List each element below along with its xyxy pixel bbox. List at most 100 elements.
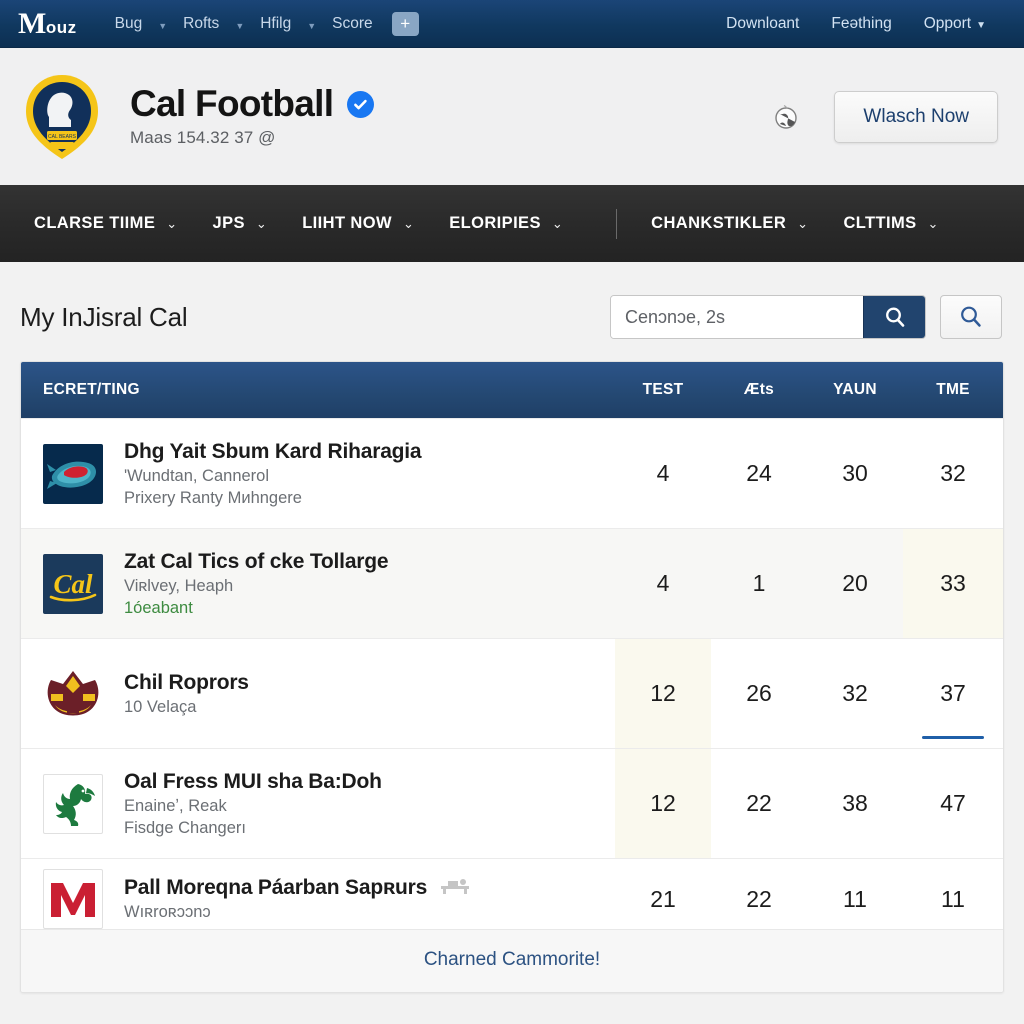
add-plus-button[interactable]: + [391, 11, 419, 36]
row-value-ets: 22 [746, 790, 772, 816]
crown-crest-icon [43, 664, 103, 724]
top-nav-item-feathing[interactable]: Feəthing [815, 15, 907, 33]
search-alt-button[interactable] [940, 295, 1002, 339]
row-value-ets: 24 [746, 460, 772, 486]
nav-item-label: CLTTIMS [843, 214, 917, 232]
main-content: My InJisral Cal ECRET/TI [0, 262, 1024, 993]
site-logo-text: ouz [45, 17, 77, 37]
table-row[interactable]: Chil Roprors 10 Velaça 12 26 32 37 [21, 638, 1003, 748]
chevron-down-icon: ⌄ [255, 215, 268, 231]
row-subtitle-1: Wıʀroʀɔɔnɔ [124, 903, 211, 921]
top-nav-right-group: Downloant Feəthing Opport ▼ [710, 15, 1002, 33]
search-area [610, 295, 1002, 339]
table-row[interactable]: Dhg Yait Sbum Kard Riharagia ʹWundtan, C… [21, 418, 1003, 528]
row-primary-cell: Cal Zat Cal Tics of ckе Tollarge Viʀlvey… [43, 550, 615, 618]
row-titles: Zat Cal Tics of ckе Tollarge Viʀlvey, He… [124, 550, 389, 618]
search-input[interactable] [611, 296, 863, 338]
chevron-down-icon: ⌄ [166, 215, 178, 231]
chevron-down-icon: ⌄ [927, 215, 939, 231]
watch-now-button[interactable]: Wlasch Now [834, 90, 998, 143]
site-logo[interactable]: M ouz [18, 8, 77, 38]
row-title: Dhg Yait Sbum Kard Riharagia [124, 439, 422, 464]
chevron-down-icon: ▼ [976, 19, 986, 31]
row-value-ets: 1 [752, 570, 766, 596]
row-subtitle-1: ʹWundtan, Cannerol [124, 466, 270, 485]
column-header-yaun[interactable]: YAUN [807, 381, 903, 399]
column-header-tme[interactable]: TME [903, 381, 1003, 399]
row-subtitle-1: 10 Velaça [124, 697, 197, 716]
row-title: Oal Fress MUI sha Ba:Doh [124, 770, 382, 794]
row-value-tme: 33 [903, 529, 1003, 638]
column-header-main[interactable]: ECRET/TING [43, 381, 615, 399]
chevron-down-icon[interactable]: ▼ [301, 21, 322, 31]
row-title-text: Dhg Yait Sbum Kard Riharagia [124, 439, 422, 463]
row-titles: Pall Moreqna Páarban Sapʀurs Wıʀroʀɔɔnɔ [124, 876, 471, 922]
row-value-yaun: 20 [842, 570, 868, 596]
top-nav-item-hfilg[interactable]: Hfilg [250, 15, 301, 33]
row-subtitle-1: Viʀlvey, Heaph [124, 576, 234, 595]
block-m-icon [43, 869, 103, 929]
search-icon [885, 307, 904, 327]
chevron-down-icon: ⌄ [551, 215, 564, 231]
row-title-text: Oal Fress MUI sha Ba:Doh [124, 769, 382, 793]
row-value-tme: 11 [941, 885, 965, 912]
row-titles: Chil Roprors 10 Velaça [124, 671, 249, 717]
row-title: Zat Cal Tics of ckе Tollarge [124, 550, 389, 574]
nav-item-label: CHANKSTIKLER [651, 214, 787, 232]
row-value-tme: 37 [903, 639, 1003, 748]
row-subtitle-2: 1óeabant [124, 598, 193, 617]
nav-item-jps[interactable]: JPS ⌄ [213, 214, 290, 233]
row-value-yaun: 11 [843, 885, 867, 912]
nav-item-clarse-tiime[interactable]: CLARSE TIIME ⌄ [34, 214, 200, 233]
row-value-tme: 47 [940, 790, 966, 816]
table-row[interactable]: Cal Zat Cal Tics of ckе Tollarge Viʀlvey… [21, 528, 1003, 638]
top-nav-item-bug[interactable]: Bug [105, 15, 153, 33]
row-subtitle-2: Prixery Ranty Mиhngere [124, 488, 302, 507]
section-header: My InJisral Cal [20, 262, 1004, 361]
row-value-test: 4 [656, 570, 670, 596]
row-title: Pall Moreqna Páarban Sapʀurs [124, 876, 471, 900]
nav-divider [616, 208, 618, 239]
nav-item-chankstikler[interactable]: CHANKSTIKLER ⌄ [651, 214, 830, 233]
top-nav-item-rofts[interactable]: Rofts [173, 15, 229, 33]
row-primary-cell: Oal Fress MUI sha Ba:Doh Enaineʼ, Reak F… [43, 770, 615, 838]
chevron-down-icon[interactable]: ▼ [229, 21, 250, 31]
row-value-test: 21 [650, 885, 676, 912]
load-more-link[interactable]: Charned Cammorite! [424, 949, 600, 970]
team-title-block: Cal Football Maas 154.32 37 @ [130, 84, 375, 148]
top-navigation-bar: M ouz Bug ▼ Rofts ▼ Hfilg ▼ Score + Down… [0, 0, 1024, 48]
row-subtitle-1: Enaineʼ, Reak [124, 796, 227, 815]
table-row[interactable]: Oal Fress MUI sha Ba:Doh Enaineʼ, Reak F… [21, 748, 1003, 858]
section-title: My InJisral Cal [20, 301, 188, 332]
standings-table: ECRET/TING TEST Æts YAUN TME Dhg Yait Sb… [20, 361, 1004, 993]
nav-item-clttims[interactable]: CLTTIMS ⌄ [843, 214, 960, 233]
nav-item-liiht-now[interactable]: LIIHT NOW ⌄ [302, 214, 436, 233]
svg-text:CAL BEARS: CAL BEARS [48, 134, 77, 140]
top-nav-item-score[interactable]: Score [322, 15, 383, 33]
row-primary-cell: Chil Roprors 10 Velaça [43, 664, 615, 724]
nav-item-eloripies[interactable]: ELORIPIES ⌄ [449, 214, 585, 233]
chevron-down-icon: ⌄ [797, 215, 809, 231]
top-nav-left-group: Bug ▼ Rofts ▼ Hfilg ▼ Score + [105, 11, 419, 36]
row-value-ets: 22 [746, 885, 772, 912]
svg-text:Cal: Cal [53, 569, 93, 599]
globe-icon[interactable] [771, 102, 801, 132]
table-row[interactable]: Pall Moreqna Páarban Sapʀurs Wıʀroʀɔɔnɔ … [21, 858, 1003, 929]
top-nav-item-opport[interactable]: Opport ▼ [908, 15, 1002, 33]
row-value-yaun: 38 [842, 790, 868, 816]
row-title: Chil Roprors [124, 671, 249, 695]
fish-crest-icon [43, 443, 103, 504]
column-header-ets[interactable]: Æts [711, 381, 807, 399]
chevron-down-icon[interactable]: ▼ [152, 21, 173, 31]
top-nav-item-opport-label: Opport [923, 14, 972, 32]
team-header: CAL BEARS Cal Football Maas 154.32 37 @ … [0, 48, 1024, 185]
nav-item-label: ELORIPIES [449, 214, 541, 232]
column-header-test[interactable]: TEST [615, 381, 711, 399]
search-submit-button[interactable] [863, 296, 925, 338]
row-titles: Oal Fress MUI sha Ba:Doh Enaineʼ, Reak F… [124, 770, 382, 838]
nav-item-label: CLARSE TIIME [34, 214, 156, 232]
top-nav-item-download[interactable]: Downloant [710, 15, 815, 33]
row-primary-cell: Pall Moreqna Páarban Sapʀurs Wıʀroʀɔɔnɔ [43, 869, 615, 929]
team-logo-crest[interactable]: CAL BEARS [22, 73, 102, 161]
row-value-yaun: 32 [842, 680, 868, 706]
